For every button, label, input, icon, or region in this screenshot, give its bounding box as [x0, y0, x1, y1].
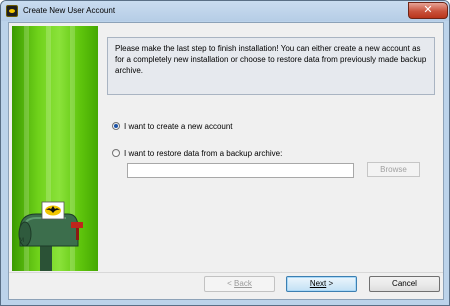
bat-icon	[6, 5, 18, 17]
create-account-label: I want to create a new account	[124, 121, 233, 131]
next-button[interactable]: Next >	[286, 276, 357, 292]
svg-text:M: M	[19, 237, 24, 244]
create-account-radio[interactable]	[112, 122, 120, 130]
wizard-body: M Please make the last step to finish in…	[8, 22, 444, 300]
option-create-account[interactable]: I want to create a new account	[112, 120, 233, 132]
close-button[interactable]: ✕	[408, 2, 448, 19]
instruction-text: Please make the last step to finish inst…	[107, 37, 435, 95]
browse-button[interactable]: Browse	[367, 162, 420, 177]
next-label: Next	[309, 279, 327, 288]
side-banner: M	[12, 26, 98, 271]
back-button[interactable]: < Back	[204, 276, 275, 292]
mailbox-icon: M	[18, 201, 83, 271]
cancel-button[interactable]: Cancel	[369, 276, 440, 292]
back-label: Back	[234, 279, 252, 288]
dialog-window: Create New User Account ✕ M Please make …	[0, 0, 450, 306]
option-restore-backup[interactable]: I want to restore data from a backup arc…	[112, 147, 282, 159]
title-bar[interactable]: Create New User Account ✕	[1, 1, 449, 21]
window-title: Create New User Account	[23, 6, 116, 15]
next-arrow: >	[328, 279, 334, 288]
divider	[9, 272, 443, 273]
backup-path-input[interactable]	[127, 163, 354, 178]
back-arrow: <	[227, 279, 232, 288]
restore-backup-label: I want to restore data from a backup arc…	[124, 148, 283, 158]
restore-backup-radio[interactable]	[112, 149, 120, 157]
